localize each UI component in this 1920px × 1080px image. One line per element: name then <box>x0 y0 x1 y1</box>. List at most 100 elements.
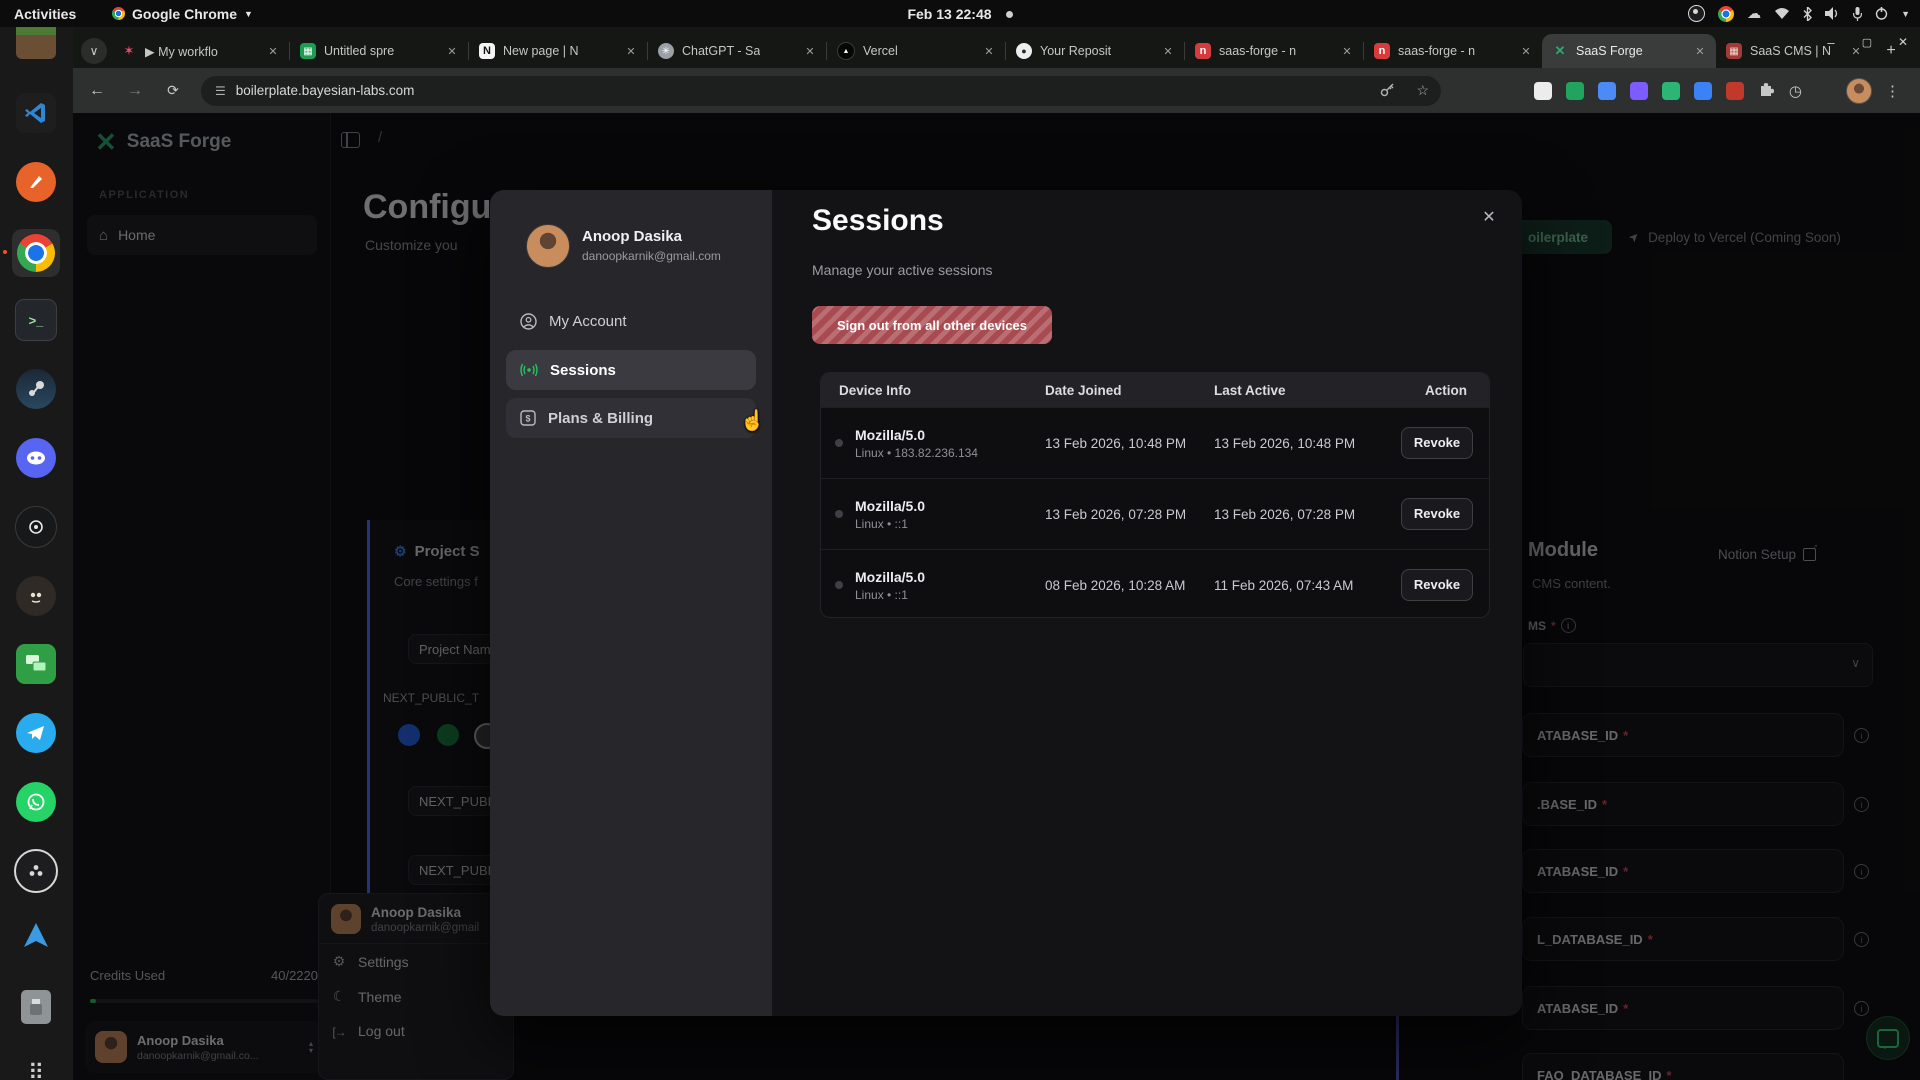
extension-icon[interactable] <box>1694 82 1712 100</box>
forward-button[interactable] <box>121 77 149 105</box>
tab-vercel[interactable]: Vercel <box>827 34 1005 68</box>
extension-icon[interactable] <box>1726 82 1744 100</box>
extension-icon[interactable] <box>1566 82 1584 100</box>
dock-item-chrome[interactable] <box>12 229 60 277</box>
bookmark-star-icon[interactable] <box>1416 82 1429 99</box>
date-joined: 08 Feb 2026, 10:28 AM <box>1045 578 1214 593</box>
restore-button[interactable] <box>1858 33 1876 51</box>
modal-subtitle: Manage your active sessions <box>812 262 993 278</box>
tab-close-icon[interactable] <box>1518 43 1534 59</box>
last-active: 13 Feb 2026, 10:48 PM <box>1214 436 1383 451</box>
tab-close-icon[interactable] <box>444 43 460 59</box>
tab-saas-forge-notion-2[interactable]: saas-forge - n <box>1364 34 1542 68</box>
n8n-favicon <box>121 43 137 59</box>
tab-new-page-notion[interactable]: New page | N <box>469 34 647 68</box>
tab-title: ChatGPT - Sa <box>682 44 760 58</box>
dock-item-discord[interactable] <box>12 434 60 482</box>
tab-chatgpt[interactable]: ChatGPT - Sa <box>648 34 826 68</box>
device-name: Mozilla/5.0 <box>855 497 925 517</box>
tab-close-icon[interactable] <box>1160 43 1176 59</box>
device-meta: Linux • ::1 <box>855 517 925 531</box>
running-indicator <box>3 250 7 254</box>
tab-close-icon[interactable] <box>1339 43 1355 59</box>
tab-close-icon[interactable] <box>981 43 997 59</box>
close-window-button[interactable] <box>1894 33 1912 51</box>
password-key-icon[interactable] <box>1380 82 1395 100</box>
address-bar[interactable]: boilerplate.bayesian-labs.com <box>201 76 1441 106</box>
dock-item-whatsapp[interactable] <box>12 778 60 826</box>
extension-icon[interactable] <box>1630 82 1648 100</box>
tab-untitled-spreadsheet[interactable]: Untitled spre <box>290 34 468 68</box>
dock-item-gimp[interactable] <box>12 572 60 620</box>
account-name: Anoop Dasika <box>582 228 682 245</box>
system-tray[interactable]: ▼ <box>1688 5 1910 22</box>
dock-item-vscode[interactable] <box>12 89 60 137</box>
extension-icon[interactable] <box>1598 82 1616 100</box>
modal-content: Sessions Manage your active sessions Sig… <box>772 190 1522 1016</box>
account-settings-modal: Anoop Dasika danoopkarnik@gmail.com My A… <box>490 190 1522 1016</box>
dock-item-obs[interactable] <box>12 847 60 895</box>
tab-title: SaaS Forge <box>1576 44 1643 58</box>
minimize-button[interactable] <box>1822 33 1840 51</box>
modal-nav-plans-billing[interactable]: $ Plans & Billing <box>506 398 756 438</box>
tab-close-icon[interactable] <box>1692 43 1708 59</box>
dock-item-app-grid[interactable]: ⠿ <box>12 1049 60 1080</box>
tab-github-repos[interactable]: Your Reposit <box>1006 34 1184 68</box>
modal-nav-my-account[interactable]: My Account <box>506 301 756 341</box>
wifi-icon <box>1774 7 1790 20</box>
url-text: boilerplate.bayesian-labs.com <box>236 83 415 98</box>
browser-toolbar: boilerplate.bayesian-labs.com <box>73 68 1920 113</box>
chrome-window: ▶ My workflo Untitled spre New page | N … <box>73 27 1920 1080</box>
back-button[interactable] <box>83 77 111 105</box>
svg-text:$: $ <box>525 414 530 424</box>
modal-nav-sessions[interactable]: Sessions <box>506 350 756 390</box>
clock[interactable]: Feb 13 22:48 <box>907 6 991 22</box>
extension-icon[interactable] <box>1662 82 1680 100</box>
dock-item-steam[interactable] <box>12 365 60 413</box>
radio-icon <box>520 363 538 377</box>
revoke-button[interactable]: Revoke <box>1401 569 1473 601</box>
profile-avatar[interactable] <box>1846 78 1872 104</box>
site-settings-icon[interactable] <box>215 84 226 98</box>
dock-item-usb-media[interactable] <box>12 983 60 1031</box>
extensions-row[interactable] <box>1534 80 1802 102</box>
table-row: Mozilla/5.0 Linux • ::1 08 Feb 2026, 10:… <box>821 549 1489 618</box>
dock-item-terminal[interactable]: >_ <box>12 296 60 344</box>
dock-item-blue-cone-app[interactable] <box>12 912 60 960</box>
revoke-button[interactable]: Revoke <box>1401 427 1473 459</box>
tab-title: New page | N <box>503 44 579 58</box>
dock-item-camera-app[interactable] <box>12 503 60 551</box>
tab-search-button[interactable] <box>81 38 107 64</box>
extension-icon[interactable] <box>1534 82 1552 100</box>
avatar <box>526 224 570 268</box>
chrome-tray-icon <box>1718 6 1734 22</box>
modal-title: Sessions <box>812 204 944 238</box>
revoke-button[interactable]: Revoke <box>1401 498 1473 530</box>
dock-item-telegram[interactable] <box>12 709 60 757</box>
chatgpt-favicon <box>658 43 674 59</box>
session-dot <box>835 439 843 447</box>
tab-saas-forge-notion-1[interactable]: saas-forge - n <box>1185 34 1363 68</box>
dock-item-paint-app[interactable] <box>12 158 60 206</box>
chevron-down-icon: ▼ <box>1901 9 1910 19</box>
cloud-icon <box>1747 5 1761 22</box>
tab-title: ▶ My workflo <box>145 44 218 59</box>
tab-my-workflow[interactable]: ▶ My workflo <box>111 34 289 68</box>
history-clock-icon[interactable] <box>1789 82 1802 100</box>
github-favicon <box>1016 43 1032 59</box>
extensions-puzzle-icon[interactable] <box>1758 80 1775 102</box>
sessions-table: Device Info Date Joined Last Active Acti… <box>820 372 1490 618</box>
tab-close-icon[interactable] <box>623 43 639 59</box>
table-header-row: Device Info Date Joined Last Active Acti… <box>821 373 1489 407</box>
reload-button[interactable] <box>159 77 187 105</box>
close-icon[interactable] <box>1478 206 1500 228</box>
tab-saas-forge-active[interactable]: SaaS Forge <box>1542 34 1716 68</box>
dock-item-screens-app[interactable] <box>12 640 60 688</box>
microphone-icon <box>1853 7 1862 21</box>
tab-close-icon[interactable] <box>265 43 281 59</box>
column-header: Last Active <box>1214 383 1383 398</box>
browser-menu-kebab-icon[interactable] <box>1885 82 1900 100</box>
signout-all-devices-button[interactable]: Sign out from all other devices <box>812 306 1052 344</box>
tab-close-icon[interactable] <box>802 43 818 59</box>
obs-tray-icon <box>1688 5 1705 22</box>
